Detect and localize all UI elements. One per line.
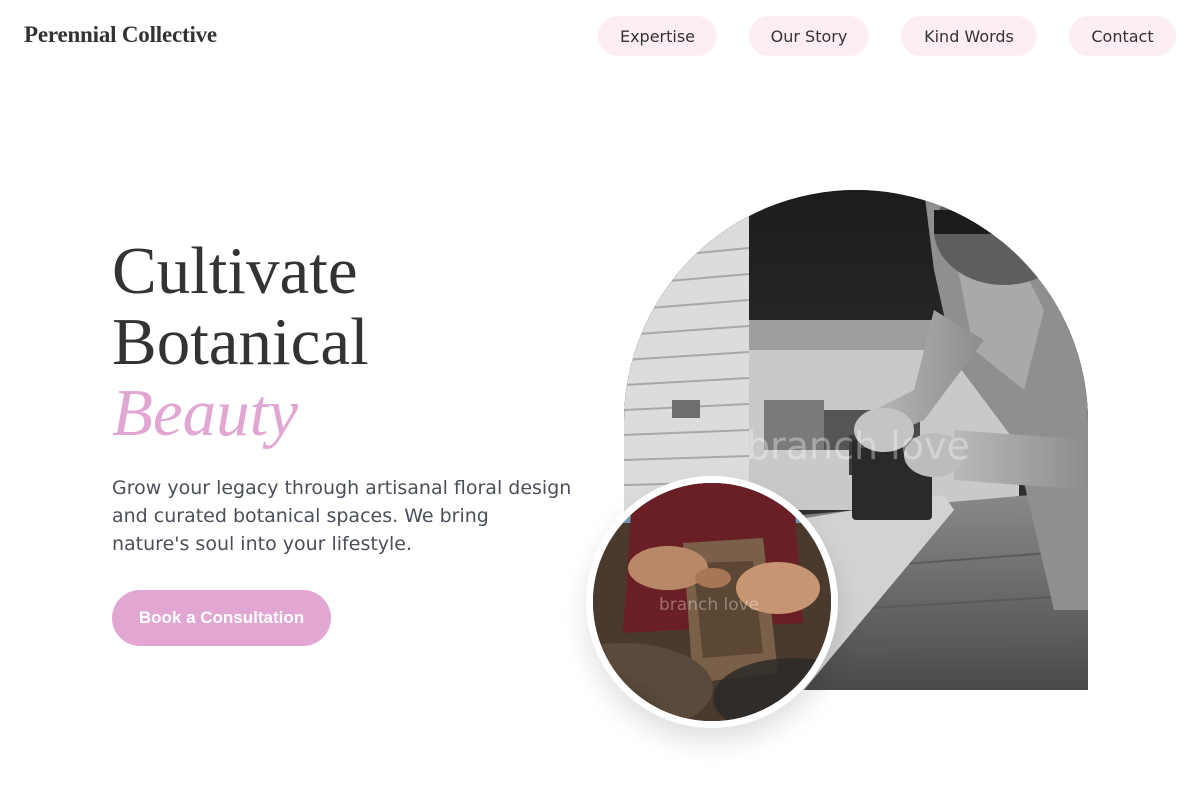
headline-accent: Beauty xyxy=(112,376,299,450)
nav-our-story[interactable]: Our Story xyxy=(749,16,869,56)
nav-contact[interactable]: Contact xyxy=(1069,16,1176,56)
hero-circle-image: branch love xyxy=(586,476,838,728)
headline-line-2: Botanical xyxy=(112,305,369,379)
hero-headline: Cultivate Botanical Beauty xyxy=(112,236,369,449)
nav-expertise[interactable]: Expertise xyxy=(598,16,717,56)
craft-photo xyxy=(593,483,831,721)
nav-kind-words[interactable]: Kind Words xyxy=(901,16,1037,56)
book-consultation-button[interactable]: Book a Consultation xyxy=(112,590,331,646)
headline-line-1: Cultivate xyxy=(112,234,358,308)
hero-description: Grow your legacy through artisanal flora… xyxy=(112,477,572,555)
main-nav: Expertise Our Story Kind Words Contact xyxy=(0,16,1200,56)
